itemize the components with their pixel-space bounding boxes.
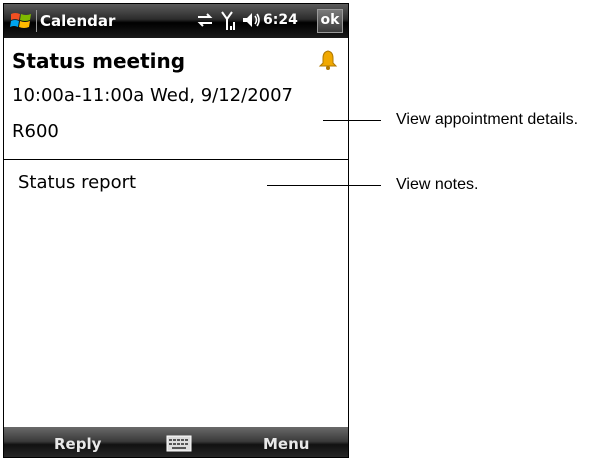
- app-title: Calendar: [40, 12, 116, 30]
- clock[interactable]: 6:24: [263, 12, 298, 28]
- ok-button[interactable]: ok: [317, 9, 343, 33]
- title-separator: [36, 10, 37, 32]
- title-bar: Calendar 6:24 ok: [4, 4, 348, 38]
- callout-line-details: [323, 120, 381, 121]
- callout-notes: View notes.: [396, 176, 479, 193]
- appointment-subject: Status meeting: [12, 49, 186, 73]
- section-divider: [4, 159, 348, 160]
- appointment-location: R600: [12, 121, 59, 142]
- pocket-pc-screen: Calendar 6:24 ok Status meeting 10:00a-1…: [3, 3, 349, 458]
- connectivity-icon[interactable]: [195, 10, 215, 30]
- bell-icon: [318, 50, 338, 70]
- volume-icon[interactable]: [241, 10, 261, 30]
- signal-icon[interactable]: [220, 10, 238, 32]
- reply-softkey[interactable]: Reply: [54, 435, 101, 453]
- softkey-bar: Reply Menu: [4, 427, 348, 457]
- menu-softkey[interactable]: Menu: [263, 435, 309, 453]
- callout-line-notes: [267, 185, 381, 186]
- appointment-time: 10:00a-11:00a Wed, 9/12/2007: [12, 85, 294, 106]
- callout-details: View appointment details.: [396, 111, 579, 128]
- windows-start-icon[interactable]: [9, 9, 33, 33]
- keyboard-icon[interactable]: [166, 435, 192, 452]
- appointment-notes[interactable]: Status report: [18, 172, 136, 193]
